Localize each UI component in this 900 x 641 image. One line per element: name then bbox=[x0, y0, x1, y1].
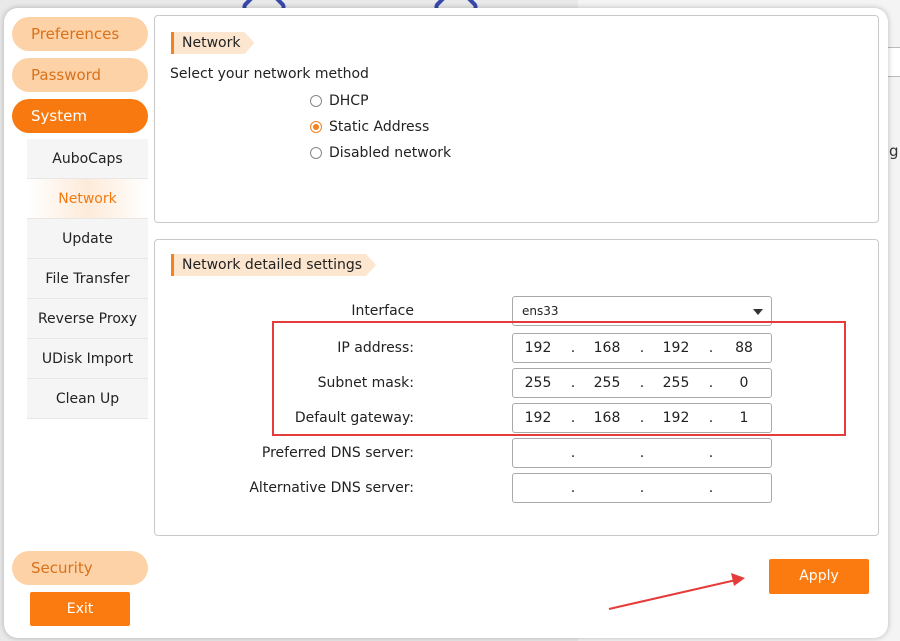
interface-select[interactable]: ens33 bbox=[512, 296, 772, 326]
gateway-octet[interactable]: 168 bbox=[585, 410, 629, 426]
octet-separator: . bbox=[570, 410, 576, 426]
chevron-down-icon bbox=[753, 309, 763, 315]
radio-button-selected[interactable] bbox=[310, 121, 322, 133]
subnav-item-clean-up[interactable]: Clean Up bbox=[27, 379, 148, 419]
radio-label: DHCP bbox=[329, 93, 369, 109]
subnav-item-udisk-import[interactable]: UDisk Import bbox=[27, 339, 148, 379]
subnav-item-network[interactable]: Network bbox=[27, 179, 148, 219]
network-method-panel: Network Select your network method DHCP … bbox=[154, 15, 879, 223]
octet-separator: . bbox=[570, 480, 576, 496]
interface-value: ens33 bbox=[522, 304, 559, 318]
octet-separator: . bbox=[639, 340, 645, 356]
subnet-label: Subnet mask: bbox=[317, 375, 414, 391]
sidebar-item-password[interactable]: Password bbox=[12, 58, 148, 92]
system-settings-dialog: Preferences Password System AuboCaps Net… bbox=[4, 8, 888, 638]
ip-octet[interactable]: 88 bbox=[722, 340, 766, 356]
octet-separator: . bbox=[639, 375, 645, 391]
subnet-mask-field[interactable]: 255 . 255 . 255 . 0 bbox=[512, 368, 772, 398]
radio-button[interactable] bbox=[310, 147, 322, 159]
octet-separator: . bbox=[708, 410, 714, 426]
ip-address-field[interactable]: 192 . 168 . 192 . 88 bbox=[512, 333, 772, 363]
interface-label: Interface bbox=[351, 303, 414, 319]
subnav-item-reverse-proxy[interactable]: Reverse Proxy bbox=[27, 299, 148, 339]
section-title-detail: Network detailed settings bbox=[171, 254, 376, 276]
sidebar-item-preferences[interactable]: Preferences bbox=[12, 17, 148, 51]
gateway-label: Default gateway: bbox=[294, 410, 414, 426]
octet-separator: . bbox=[570, 375, 576, 391]
subnav-item-update[interactable]: Update bbox=[27, 219, 148, 259]
radio-button[interactable] bbox=[310, 95, 322, 107]
default-gateway-field[interactable]: 192 . 168 . 192 . 1 bbox=[512, 403, 772, 433]
subnet-octet[interactable]: 255 bbox=[585, 375, 629, 391]
ip-octet[interactable]: 192 bbox=[516, 340, 560, 356]
dns2-label: Alternative DNS server: bbox=[249, 480, 414, 496]
subnet-octet[interactable]: 255 bbox=[516, 375, 560, 391]
ip-octet[interactable]: 192 bbox=[654, 340, 698, 356]
radio-dhcp[interactable]: DHCP bbox=[310, 93, 369, 109]
subnav-item-aubocaps[interactable]: AuboCaps bbox=[27, 139, 148, 179]
octet-separator: . bbox=[639, 480, 645, 496]
radio-label: Disabled network bbox=[329, 145, 452, 161]
octet-separator: . bbox=[639, 410, 645, 426]
radio-static-address[interactable]: Static Address bbox=[310, 119, 429, 135]
gateway-octet[interactable]: 1 bbox=[722, 410, 766, 426]
radio-label: Static Address bbox=[329, 119, 430, 135]
octet-separator: . bbox=[570, 445, 576, 461]
background-text: g bbox=[889, 142, 899, 160]
gateway-octet[interactable]: 192 bbox=[654, 410, 698, 426]
preferred-dns-field[interactable]: . . . bbox=[512, 438, 772, 468]
gateway-octet[interactable]: 192 bbox=[516, 410, 560, 426]
sidebar-item-security[interactable]: Security bbox=[12, 551, 148, 585]
octet-separator: . bbox=[708, 340, 714, 356]
octet-separator: . bbox=[708, 375, 714, 391]
ip-label: IP address: bbox=[337, 340, 414, 356]
network-detail-panel: Network detailed settings Interface ens3… bbox=[154, 239, 879, 536]
octet-separator: . bbox=[570, 340, 576, 356]
section-title-network: Network bbox=[171, 32, 254, 54]
sidebar-item-system[interactable]: System bbox=[12, 99, 148, 133]
alternative-dns-field[interactable]: . . . bbox=[512, 473, 772, 503]
exit-button[interactable]: Exit bbox=[30, 592, 130, 626]
apply-button[interactable]: Apply bbox=[769, 559, 869, 594]
octet-separator: . bbox=[708, 480, 714, 496]
octet-separator: . bbox=[708, 445, 714, 461]
dns1-label: Preferred DNS server: bbox=[261, 445, 414, 461]
ip-octet[interactable]: 168 bbox=[585, 340, 629, 356]
octet-separator: . bbox=[639, 445, 645, 461]
subnav-item-file-transfer[interactable]: File Transfer bbox=[27, 259, 148, 299]
subnet-octet[interactable]: 255 bbox=[654, 375, 698, 391]
radio-disabled-network[interactable]: Disabled network bbox=[310, 145, 451, 161]
method-prompt: Select your network method bbox=[170, 66, 369, 82]
subnet-octet[interactable]: 0 bbox=[722, 375, 766, 391]
system-subnav: AuboCaps Network Update File Transfer Re… bbox=[27, 139, 148, 419]
